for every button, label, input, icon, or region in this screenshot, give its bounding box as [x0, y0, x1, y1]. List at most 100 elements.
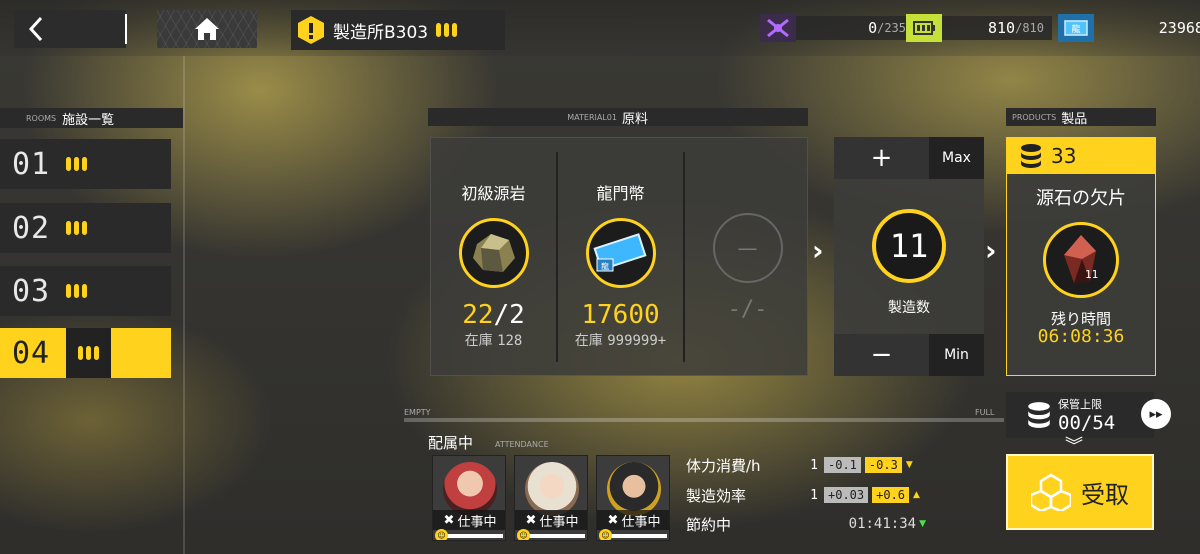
up-arrow-icon: ▲: [913, 490, 920, 500]
room-number: 04: [12, 335, 51, 371]
down-arrow-icon: ▼: [905, 460, 913, 470]
min-button[interactable]: Min: [929, 334, 984, 376]
lmd-currency-icon: 龍: [1058, 14, 1094, 42]
divider: [125, 14, 127, 44]
svg-text:龍: 龍: [601, 261, 609, 271]
material-have: 17600: [581, 300, 660, 330]
operator-slot-3[interactable]: ✖ 仕事中 ☺: [596, 455, 670, 541]
level-pips: [66, 284, 87, 298]
material-header: MATERIAL01 原料: [428, 108, 808, 127]
material-slot-1[interactable]: 初級源岩 22/2 在庫 128: [431, 138, 556, 377]
rooms-label: 施設一覧: [62, 112, 115, 128]
product-label: 製品: [1061, 111, 1088, 127]
quantity-value: 11: [872, 209, 946, 283]
bar-empty-label: EMPTY: [404, 408, 431, 417]
level-pips: [66, 157, 87, 171]
empty-slot-count: -/-: [727, 297, 768, 322]
stock-value: 999999+: [607, 333, 667, 349]
home-icon: [195, 18, 219, 40]
originium-shard-icon: [1043, 222, 1119, 298]
drone-resource: 810/810: [906, 14, 1052, 42]
operator-slot-2[interactable]: ✖ 仕事中 ☺: [514, 455, 588, 541]
drone-battery-icon: [906, 14, 942, 42]
material-panel: 初級源岩 22/2 在庫 128 龍門幣 龍 17600 在庫 999999+ …: [430, 137, 808, 376]
product-name: 源石の欠片: [1036, 188, 1126, 209]
database-icon: [1021, 144, 1041, 168]
storage-value: 00/54: [1058, 412, 1116, 434]
working-status: ✖ 仕事中: [597, 510, 669, 530]
drone-max: /810: [1015, 21, 1044, 35]
sanity-icon: [760, 14, 796, 42]
level-pips: [66, 328, 111, 378]
receive-button[interactable]: 受取: [1006, 454, 1154, 530]
chevron-right-icon: ›: [985, 234, 997, 267]
drone-value: 810: [988, 19, 1016, 37]
product-header: PRODUCTS 製品: [1006, 108, 1156, 127]
attendance-sub: ATTENDANCE: [495, 440, 549, 449]
stock-value: 128: [497, 333, 523, 349]
material-slot-3-empty[interactable]: — -/-: [685, 138, 810, 377]
operator-portrait: [443, 462, 497, 516]
down-arrow-icon: ▼: [919, 519, 926, 529]
working-status: ✖ 仕事中: [433, 510, 505, 530]
material-label: 原料: [621, 111, 648, 127]
chevron-right-icon: ›: [812, 234, 824, 267]
stock-label: 在庫: [574, 333, 603, 349]
decrease-button[interactable]: −: [834, 334, 929, 376]
wrench-icon: ✖: [607, 512, 619, 528]
svg-text:龍: 龍: [1071, 23, 1080, 35]
morale-icon: ☺: [517, 529, 530, 540]
bar-full-label: FULL: [975, 408, 995, 417]
back-button[interactable]: [14, 10, 126, 48]
room-item-01[interactable]: 01: [0, 139, 171, 189]
material-name: 龍門幣: [596, 184, 645, 203]
increase-button[interactable]: +: [834, 137, 929, 179]
sanity-value: 0: [868, 19, 878, 37]
storage-bar: [404, 418, 1004, 422]
remaining-time: 06:08:36: [1037, 326, 1125, 347]
room-item-03[interactable]: 03: [0, 266, 171, 316]
room-number: 03: [12, 273, 51, 309]
working-status: ✖ 仕事中: [515, 510, 587, 530]
stock-label: 在庫: [464, 333, 493, 349]
product-panel[interactable]: 33 源石の欠片 11 残り時間 06:08:36: [1006, 137, 1156, 376]
rooms-tag: ROOMS: [26, 113, 57, 123]
receive-label: 受取: [1081, 480, 1129, 509]
rooms-header: ROOMS 施設一覧: [0, 108, 183, 128]
product-tag: PRODUCTS: [1012, 112, 1057, 122]
sanity-max: /235: [877, 21, 906, 35]
home-button[interactable]: [157, 10, 257, 48]
sidebar-divider: [183, 56, 185, 554]
storage-label: 保管上限: [1058, 398, 1102, 411]
lmd-ticket-icon: 龍: [585, 218, 656, 288]
back-arrow-icon: [28, 16, 43, 42]
max-button[interactable]: Max: [929, 137, 984, 179]
material-have: 22: [462, 300, 494, 330]
room-item-04[interactable]: 04: [0, 328, 171, 378]
wrench-icon: ✖: [525, 512, 537, 528]
product-icon-count: 11: [1085, 268, 1099, 281]
product-count: 33: [1051, 144, 1077, 168]
fast-forward-button[interactable]: ▸▸: [1141, 399, 1171, 429]
orirock-icon: [458, 218, 529, 288]
facility-name: 製造所B303: [333, 22, 429, 43]
cubes-icon: [1031, 473, 1071, 511]
product-stock: 33: [1007, 138, 1155, 174]
quantity-panel: + Max 11 製造数 − Min: [834, 137, 984, 376]
alert-hex-icon: [298, 16, 324, 44]
stat-saving: 節約中 01:41:34 ▼: [686, 515, 926, 534]
material-name: 初級源岩: [461, 184, 526, 203]
operator-portrait: [525, 462, 579, 516]
room-number: 02: [12, 210, 51, 246]
material-slot-2[interactable]: 龍門幣 龍 17600 在庫 999999+: [558, 138, 683, 377]
lmd-value: 2396889: [1158, 19, 1200, 37]
operator-slot-1[interactable]: ✖ 仕事中 ☺: [432, 455, 506, 541]
facility-title: 製造所B303: [291, 10, 505, 50]
room-number: 01: [12, 146, 51, 182]
operator-portrait: [607, 462, 661, 516]
lmd-resource: 龍 2396889: [1058, 14, 1200, 42]
level-pips: [436, 23, 458, 37]
room-item-02[interactable]: 02: [0, 203, 171, 253]
level-pips: [66, 221, 87, 235]
material-tag: MATERIAL01: [567, 112, 617, 122]
